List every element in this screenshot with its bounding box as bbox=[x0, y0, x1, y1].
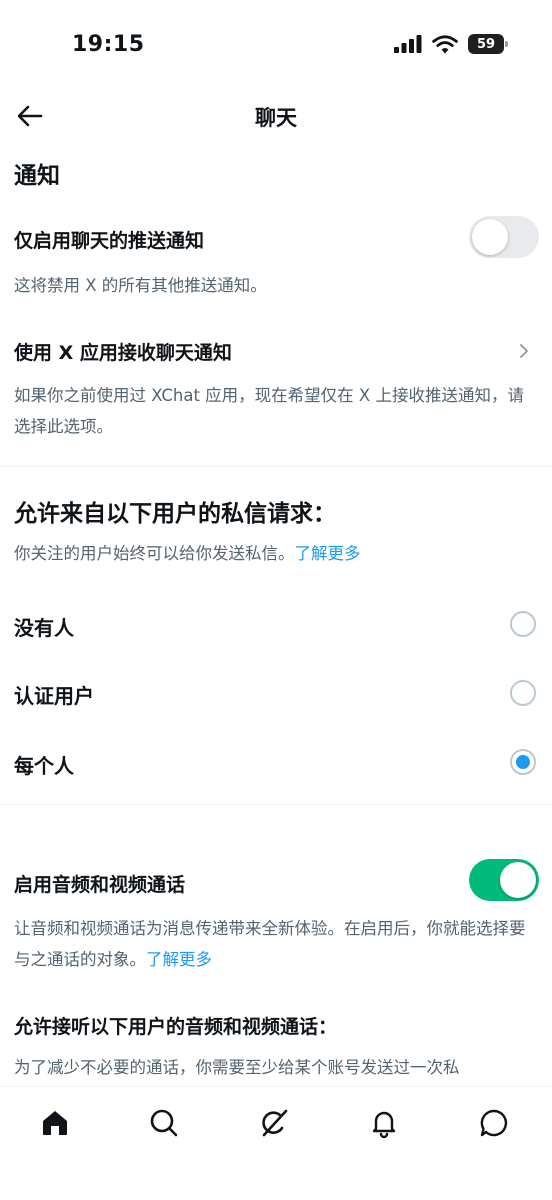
chat-push-only-description: 这将禁用 X 的所有其他推送通知。 bbox=[14, 276, 267, 295]
tab-messages[interactable] bbox=[474, 1103, 514, 1143]
bottom-tab-bar bbox=[0, 1086, 552, 1200]
calls-description: 让音频和视频通话为消息传递带来全新体验。在启用后，你就能选择要与之通话的对象。了… bbox=[14, 913, 538, 975]
notifications-icon bbox=[372, 1111, 396, 1139]
calls-allow-heading: 允许接听以下用户的音频和视频通话： bbox=[14, 1016, 338, 1038]
learn-more-link[interactable]: 了解更多 bbox=[146, 950, 212, 969]
calls-allow-description: 为了减少不必要的通话，你需要至少给某个账号发送过一次私 bbox=[14, 1058, 460, 1077]
calls-label: 启用音频和视频通话 bbox=[14, 874, 186, 896]
notifications-heading: 通知 bbox=[14, 163, 60, 189]
calls-description-text: 让音频和视频通话为消息传递带来全新体验。在启用后，你就能选择要与之通话的对象。 bbox=[14, 919, 526, 969]
dm-option-label[interactable]: 没有人 bbox=[14, 612, 74, 641]
learn-more-link[interactable]: 了解更多 bbox=[295, 544, 361, 563]
divider bbox=[0, 804, 552, 805]
tab-grok[interactable] bbox=[254, 1103, 294, 1143]
chevron-right-icon[interactable] bbox=[514, 341, 534, 361]
toggle-knob bbox=[500, 862, 536, 898]
battery-icon: 59 bbox=[468, 34, 508, 54]
calls-toggle[interactable] bbox=[469, 859, 539, 901]
dm-option-everyone-radio[interactable] bbox=[510, 749, 536, 775]
dm-option-label[interactable]: 每个人 bbox=[14, 750, 74, 779]
status-icons: 59 bbox=[394, 34, 508, 54]
home-icon bbox=[43, 1111, 67, 1135]
tab-notifications[interactable] bbox=[364, 1103, 404, 1143]
dm-requests-heading: 允许来自以下用户的私信请求： bbox=[14, 501, 336, 527]
dm-requests-description: 你关注的用户始终可以给你发送私信。了解更多 bbox=[14, 538, 538, 569]
search-icon bbox=[150, 1109, 178, 1137]
use-x-app-label[interactable]: 使用 X 应用接收聊天通知 bbox=[14, 338, 232, 365]
messages-icon bbox=[480, 1109, 508, 1137]
grok-icon bbox=[262, 1109, 288, 1137]
chat-push-only-label: 仅启用聊天的推送通知 bbox=[14, 230, 205, 252]
status-time: 19:15 bbox=[72, 32, 145, 57]
status-bar: 19:15 59 bbox=[0, 0, 552, 90]
header: 聊天 bbox=[0, 90, 552, 142]
dm-option-verified-radio[interactable] bbox=[510, 680, 536, 706]
tab-search[interactable] bbox=[144, 1103, 184, 1143]
toggle-knob bbox=[472, 219, 508, 255]
signal-icon bbox=[394, 35, 422, 53]
battery-level: 59 bbox=[476, 36, 496, 52]
use-x-app-description: 如果你之前使用过 XChat 应用，现在希望仅在 X 上接收推送通知，请选择此选… bbox=[14, 386, 524, 436]
dm-option-label[interactable]: 认证用户 bbox=[14, 680, 94, 709]
settings-content[interactable]: 通知 仅启用聊天的推送通知 这将禁用 X 的所有其他推送通知。 使用 X 应用接… bbox=[0, 142, 552, 1086]
page-title: 聊天 bbox=[255, 106, 297, 130]
divider bbox=[0, 466, 552, 467]
chat-push-only-toggle[interactable] bbox=[469, 216, 539, 258]
dm-requests-description-text: 你关注的用户始终可以给你发送私信。 bbox=[14, 544, 295, 563]
wifi-icon bbox=[432, 34, 458, 53]
tab-home[interactable] bbox=[35, 1103, 75, 1143]
dm-option-no-one-radio[interactable] bbox=[510, 611, 536, 637]
